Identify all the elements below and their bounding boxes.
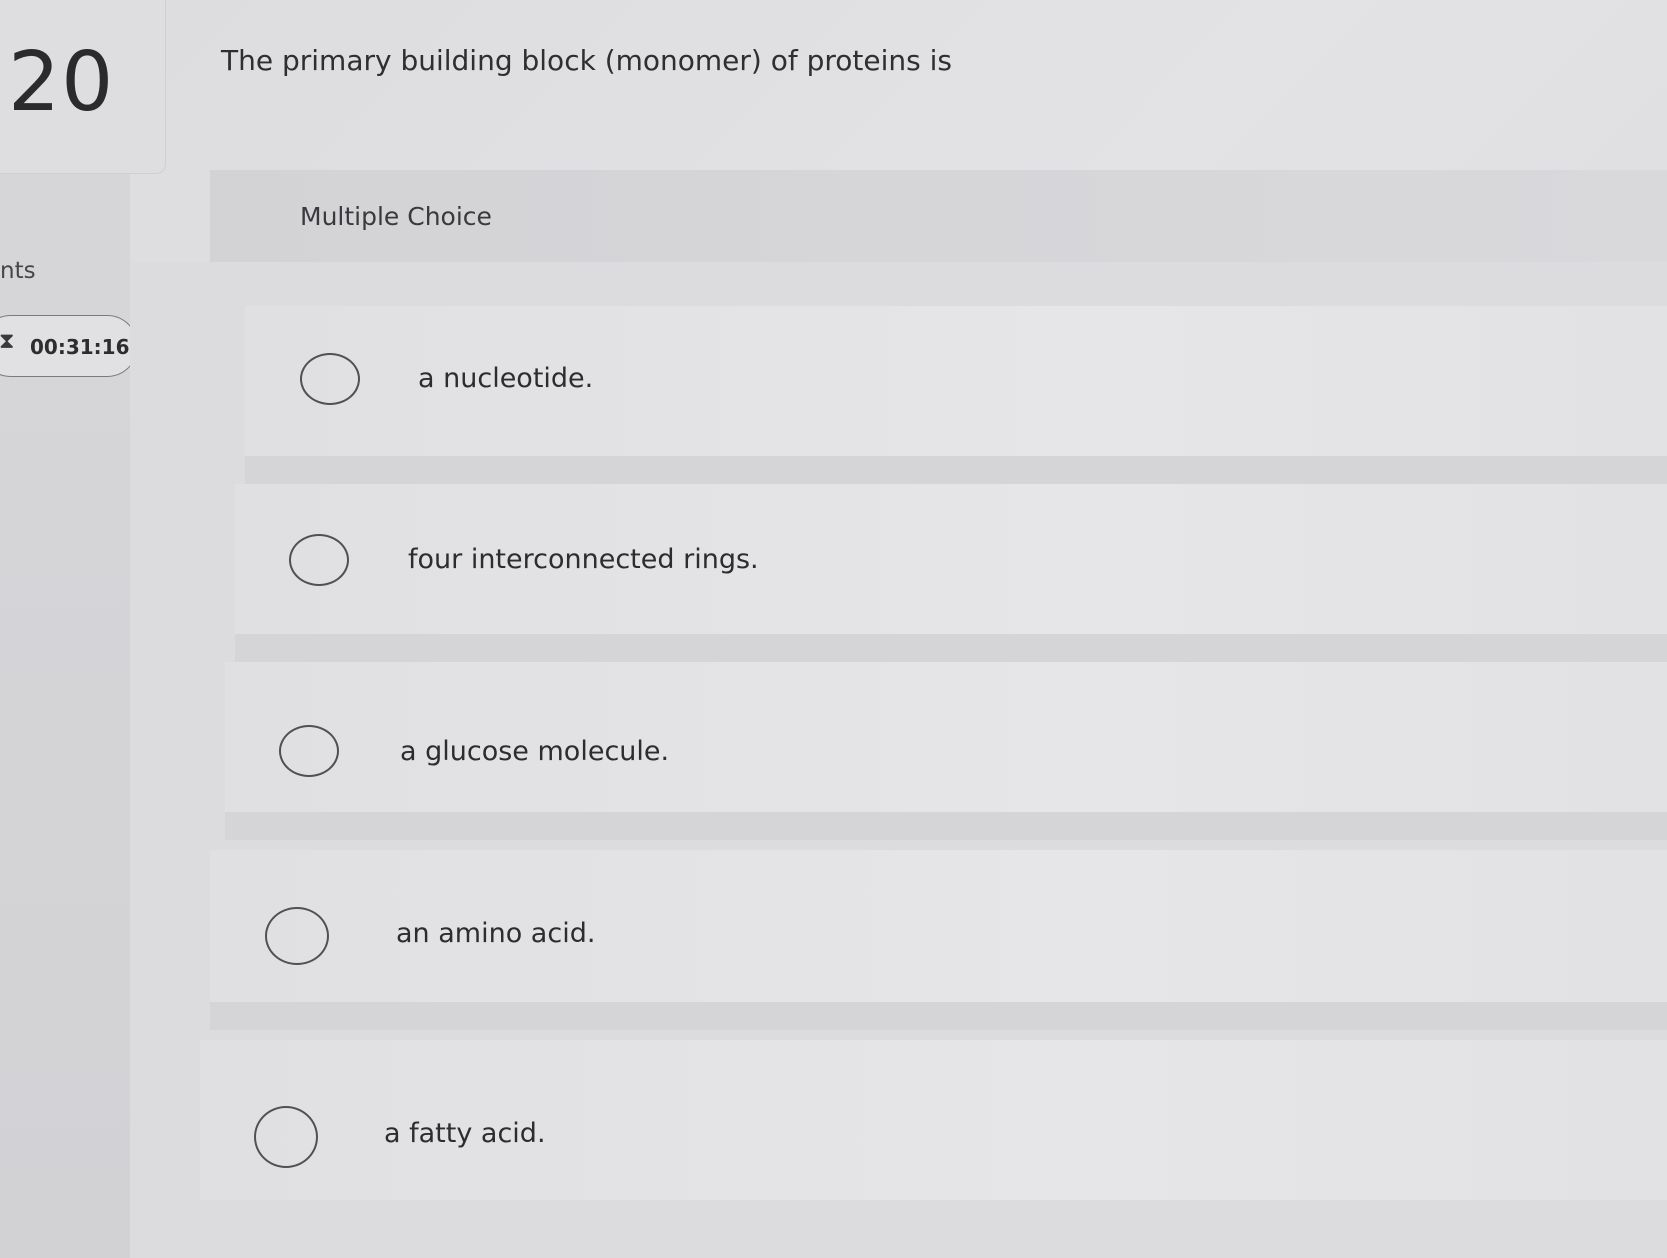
option-label: four interconnected rings. — [408, 544, 759, 575]
radio-button[interactable] — [300, 353, 360, 405]
timer-text: 00:31:16 — [30, 335, 130, 359]
option-label: a fatty acid. — [384, 1118, 546, 1149]
divider — [225, 812, 1667, 840]
timer-pill[interactable]: ⧗ 00:31:16 — [0, 315, 138, 377]
question-text: The primary building block (monomer) of … — [221, 44, 953, 77]
option-label: a nucleotide. — [418, 363, 594, 394]
divider — [245, 456, 1667, 484]
radio-button[interactable] — [254, 1106, 318, 1168]
question-number: 20 — [8, 35, 115, 130]
left-rail — [0, 0, 130, 1258]
radio-button[interactable] — [265, 907, 329, 965]
hourglass-icon: ⧗ — [0, 329, 15, 354]
divider — [235, 634, 1667, 662]
question-number-box: 20 — [0, 0, 166, 174]
divider — [210, 1002, 1667, 1030]
option-label: an amino acid. — [396, 918, 596, 949]
radio-button[interactable] — [289, 534, 349, 586]
option-row[interactable]: four interconnected rings. — [235, 484, 1667, 634]
radio-button[interactable] — [279, 725, 339, 777]
option-label: a glucose molecule. — [400, 736, 670, 767]
option-row[interactable]: a glucose molecule. — [225, 662, 1667, 812]
answer-type-label: Multiple Choice — [300, 202, 492, 231]
options-area: a nucleotide. four interconnected rings.… — [130, 262, 1667, 1258]
option-row[interactable]: a nucleotide. — [245, 306, 1667, 456]
points-label: nts — [0, 258, 36, 284]
option-row[interactable]: an amino acid. — [210, 850, 1667, 1002]
option-row[interactable]: a fatty acid. — [200, 1040, 1667, 1200]
